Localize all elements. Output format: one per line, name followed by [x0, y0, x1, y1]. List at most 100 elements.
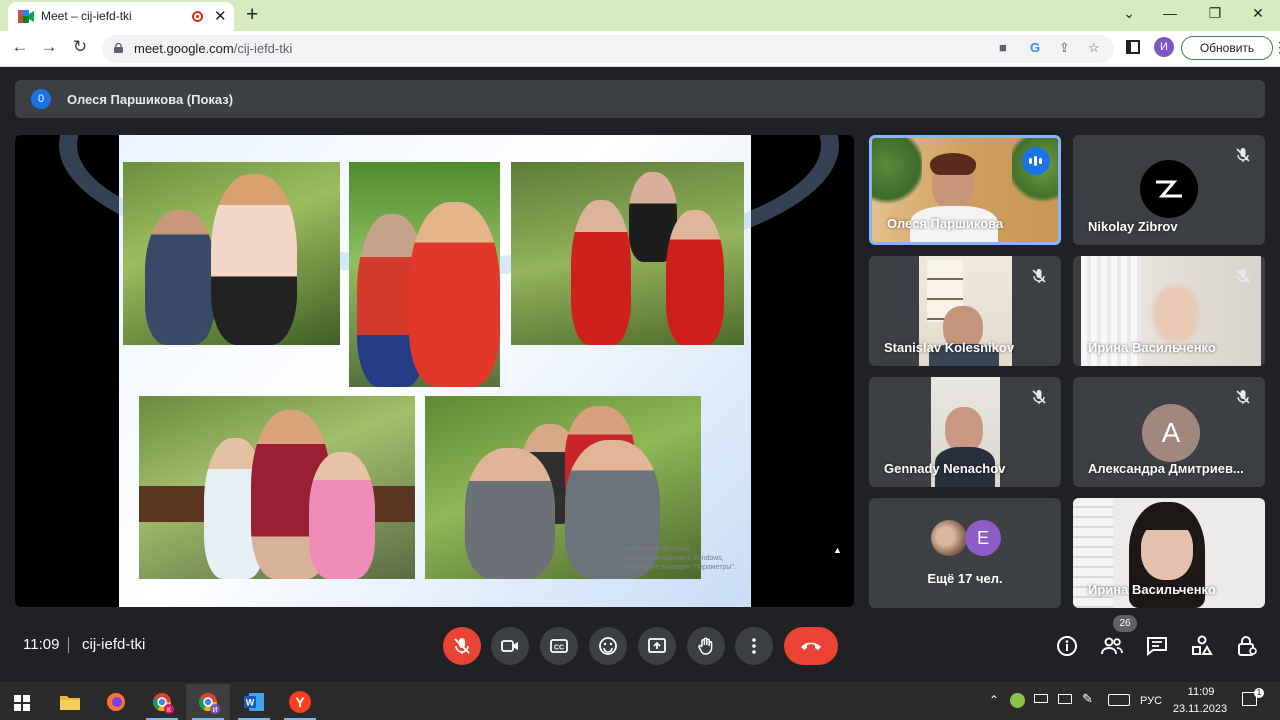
update-button[interactable]: Обновить: [1181, 36, 1273, 60]
language-indicator[interactable]: РУС: [1140, 695, 1162, 707]
host-controls-icon[interactable]: [1235, 634, 1259, 658]
participant-tile-speaker[interactable]: Олеся Паршикова: [869, 135, 1061, 245]
chat-icon[interactable]: [1145, 634, 1169, 658]
photo-family-on-bench: [139, 396, 415, 579]
participant-name: Олеся Паршикова: [887, 216, 1004, 231]
omnibox[interactable]: meet.google.com/cij-iefd-tki ■ G ⇪ ☆: [102, 35, 1114, 63]
participant-name: Александра Дмитриев...: [1088, 461, 1244, 476]
tray-app-icon[interactable]: [1010, 693, 1025, 708]
profile-avatar[interactable]: И: [1154, 37, 1174, 57]
participant-count-badge: 26: [1113, 615, 1137, 632]
new-tab-button[interactable]: +: [246, 3, 258, 27]
bookmark-star-icon[interactable]: ☆: [1088, 40, 1100, 56]
mic-toggle-button[interactable]: [443, 627, 481, 665]
presenter-label: Олеся Паршикова (Показ): [67, 92, 234, 107]
emoji-icon: [599, 637, 617, 655]
meeting-code: cij-iefd-tki: [82, 636, 146, 653]
mic-off-icon: [1032, 390, 1046, 404]
keyboard-icon[interactable]: [1108, 694, 1130, 706]
tray-date[interactable]: 23.11.2023: [1172, 703, 1228, 715]
reload-button[interactable]: ↻: [69, 37, 91, 57]
tab-search-icon[interactable]: ⌄: [1119, 5, 1139, 22]
meeting-details-icon[interactable]: [1055, 634, 1079, 658]
menu-kebab-icon[interactable]: ⋮: [1273, 39, 1280, 56]
svg-text:W: W: [246, 698, 255, 708]
tab-title: Meet – cij-iefd-tki: [41, 9, 132, 23]
lock-icon: [114, 43, 123, 53]
photo-boy-and-woman: [123, 162, 340, 345]
yandex-icon: Y: [289, 691, 311, 713]
video-camera-icon: [501, 640, 518, 652]
start-button[interactable]: [0, 684, 44, 720]
tray-time[interactable]: 11:09: [1176, 686, 1226, 698]
folder-icon: [60, 696, 80, 710]
address-toolbar: ← → ↻ meet.google.com/cij-iefd-tki ■ G ⇪…: [0, 31, 1280, 67]
closed-captions-icon: CC: [550, 639, 568, 653]
taskbar-chrome-i[interactable]: И: [186, 684, 230, 720]
taskbar-word[interactable]: W: [232, 684, 276, 720]
taskbar-chrome-k[interactable]: К: [140, 684, 184, 720]
hang-up-icon: [801, 642, 821, 650]
presenter-badge: 0: [31, 89, 51, 109]
forward-button[interactable]: →: [38, 37, 60, 57]
participant-name: Gennady Nenachov: [884, 461, 1006, 476]
meet-favicon-icon: [18, 10, 34, 23]
mic-off-icon: [454, 638, 470, 654]
participant-tile[interactable]: Stanislav Kolesnikov: [869, 256, 1061, 366]
people-icon[interactable]: [1100, 634, 1124, 658]
photo-mother-and-daughters: [511, 162, 744, 345]
mic-off-icon: [1236, 269, 1250, 283]
camera-toggle-button[interactable]: [491, 627, 529, 665]
more-options-button[interactable]: [735, 627, 773, 665]
activities-icon[interactable]: [1190, 634, 1214, 658]
participant-tile[interactable]: А Александра Дмитриев...: [1073, 377, 1265, 487]
participant-tile[interactable]: Ирина Васильченко: [1073, 256, 1265, 366]
restore-button[interactable]: ❐: [1205, 5, 1225, 22]
close-window-button[interactable]: ✕: [1248, 5, 1268, 22]
share-icon[interactable]: ⇪: [1059, 40, 1070, 56]
participant-tile[interactable]: Ирина Васильченко: [1073, 498, 1265, 608]
presenter-bar: 0 Олеся Паршикова (Показ): [15, 80, 1265, 118]
mouse-cursor-icon: ▲: [833, 545, 842, 555]
chrome-icon: К: [152, 693, 174, 714]
participant-tile[interactable]: Gennady Nenachov: [869, 377, 1061, 487]
side-panel-icon[interactable]: [1126, 40, 1140, 54]
captions-button[interactable]: CC: [540, 627, 578, 665]
battery-icon[interactable]: [1034, 694, 1048, 703]
url-text: meet.google.com/cij-iefd-tki: [134, 41, 292, 56]
recording-indicator-icon: [192, 11, 203, 22]
browser-tab-strip: Meet – cij-iefd-tki ✕ + ⌄ — ❐ ✕: [0, 0, 1280, 31]
taskbar-explorer[interactable]: [48, 684, 92, 720]
divider: [68, 637, 69, 653]
mic-off-icon: [1032, 269, 1046, 283]
svg-text:Y: Y: [295, 694, 305, 710]
taskbar-yandex[interactable]: Y: [278, 684, 322, 720]
mic-off-icon: [1236, 511, 1250, 525]
taskbar-firefox[interactable]: [94, 684, 138, 720]
tray-chevron-icon[interactable]: ⌃: [989, 693, 999, 707]
minimize-button[interactable]: —: [1160, 5, 1180, 21]
more-participants-tile[interactable]: Е Ещё 17 чел.: [869, 498, 1061, 608]
speaking-indicator-icon: [1022, 147, 1050, 175]
browser-tab[interactable]: Meet – cij-iefd-tki ✕: [8, 2, 234, 31]
word-icon: W: [244, 693, 264, 711]
participant-tile[interactable]: Nikolay Zibrov: [1073, 135, 1265, 245]
raise-hand-button[interactable]: [687, 627, 725, 665]
kebab-menu-icon: [752, 638, 756, 654]
watermark-line-1: Активация Windows: [625, 546, 690, 553]
chrome-icon: И: [198, 693, 220, 714]
firefox-icon: [107, 693, 125, 711]
leave-call-button[interactable]: [784, 627, 838, 665]
network-icon[interactable]: [1058, 694, 1072, 704]
watermark-line-2: Чтобы активировать Windows, перейдите в …: [625, 555, 736, 571]
close-tab-icon[interactable]: ✕: [214, 7, 227, 25]
present-screen-button[interactable]: [638, 627, 676, 665]
reactions-button[interactable]: [589, 627, 627, 665]
svg-text:И: И: [212, 707, 217, 714]
meeting-time: 11:09: [23, 636, 60, 653]
google-translate-icon[interactable]: G: [1030, 40, 1040, 55]
pen-icon[interactable]: ✎: [1082, 691, 1093, 707]
participant-avatar: А: [1142, 404, 1200, 462]
camera-permission-icon[interactable]: ■: [999, 40, 1007, 55]
back-button[interactable]: ←: [9, 37, 31, 57]
